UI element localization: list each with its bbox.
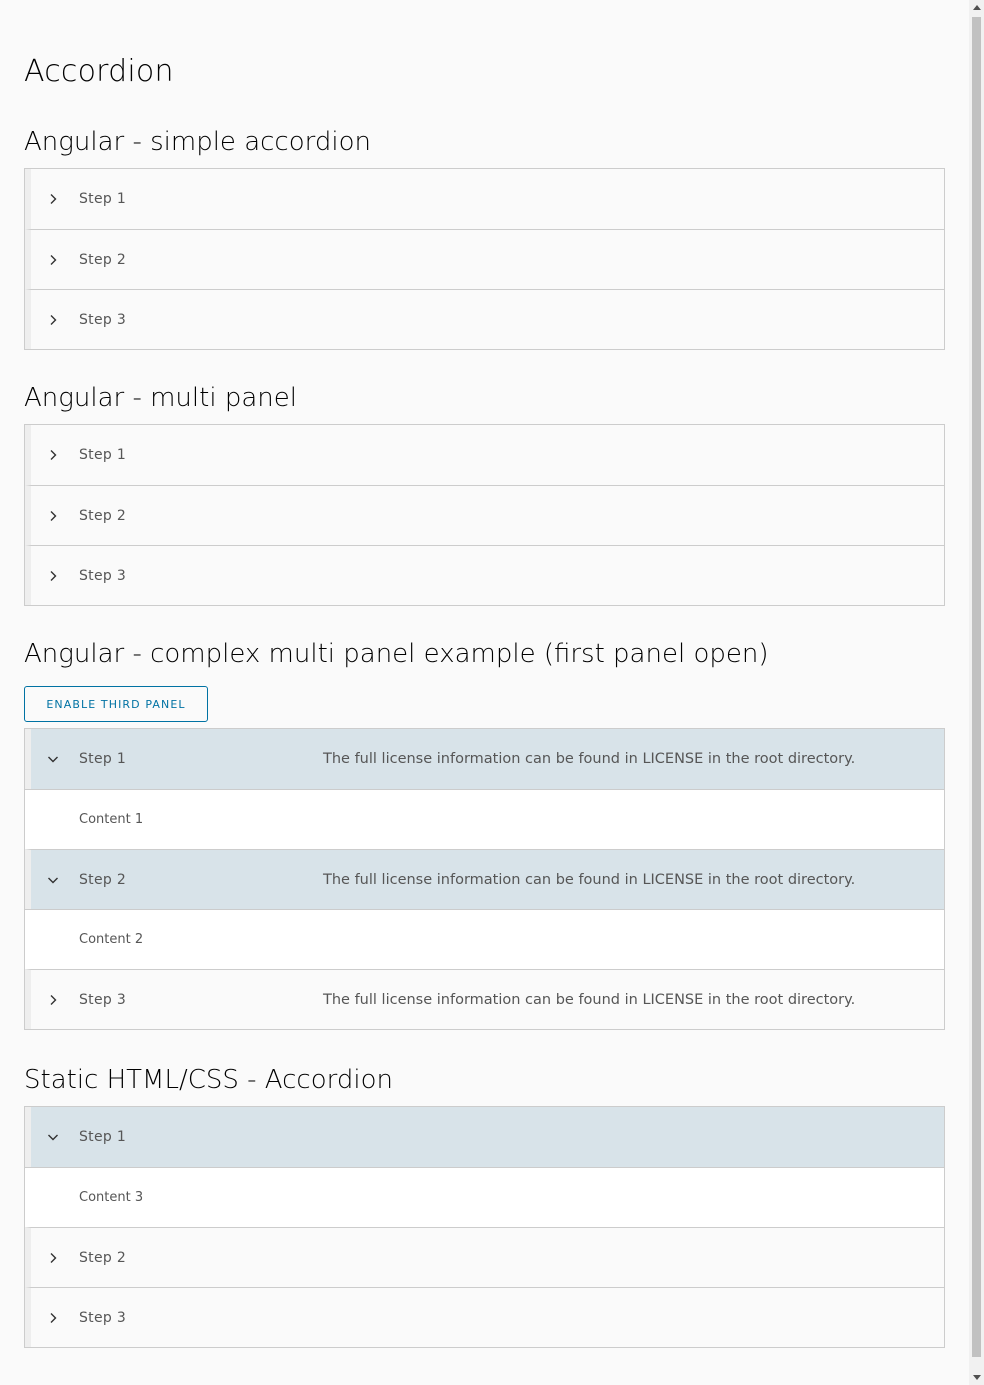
panel-step-label: Step 3 (79, 567, 127, 584)
panel-step-label: Step 1 (79, 1129, 127, 1145)
accordion-complex-multi-panel: Step 1 The full license information can … (24, 728, 945, 1030)
accordion-static: Step 1 Content 3 Step 2 Step 3 (24, 1106, 945, 1348)
accordion-panel-content: Content 1 (25, 789, 944, 849)
panel-step-label: Step 2 (79, 251, 127, 268)
page-title: Accordion (24, 54, 174, 89)
chevron-right-icon (45, 1310, 61, 1326)
accordion-panel-header[interactable]: Step 2 (25, 1227, 944, 1287)
page-scrollbar[interactable] (969, 0, 984, 1385)
section-title-multi-panel: Angular - multi panel (24, 383, 297, 413)
accordion-panel-header[interactable]: Step 3 The full license information can … (25, 969, 944, 1029)
scrollbar-thumb[interactable] (972, 17, 981, 1357)
panel-step-label: Step 3 (79, 991, 127, 1008)
panel-content-text: Content 2 (79, 932, 144, 947)
chevron-right-icon (45, 508, 61, 524)
chevron-right-icon (45, 191, 61, 207)
panel-step-label: Step 2 (79, 871, 127, 888)
panel-description: The full license information can be foun… (323, 751, 856, 767)
panel-description: The full license information can be foun… (323, 991, 856, 1008)
chevron-down-icon (45, 872, 61, 888)
chevron-right-icon (45, 568, 61, 584)
section-title-complex-multi-panel: Angular - complex multi panel example (f… (24, 639, 769, 669)
chevron-down-icon (45, 1129, 61, 1145)
accordion-panel-header[interactable]: Step 3 (25, 289, 944, 349)
scroll-up-arrow-icon[interactable] (969, 0, 984, 15)
accordion-panel-header[interactable]: Step 3 (25, 1287, 944, 1347)
accordion-panel-header[interactable]: Step 3 (25, 545, 944, 605)
panel-content-text: Content 3 (79, 1190, 144, 1205)
accordion-panel-content: Content 2 (25, 909, 944, 969)
accordion-panel-content: Content 3 (25, 1167, 944, 1227)
chevron-right-icon (45, 252, 61, 268)
panel-step-label: Step 3 (79, 311, 127, 328)
section-title-static-accordion: Static HTML/CSS - Accordion (24, 1065, 393, 1095)
section-title-simple-accordion: Angular - simple accordion (24, 127, 371, 157)
chevron-right-icon (45, 1250, 61, 1266)
panel-step-label: Step 1 (79, 191, 127, 207)
accordion-panel-header[interactable]: Step 2 The full license information can … (25, 849, 944, 909)
accordion-panel-header[interactable]: Step 2 (25, 229, 944, 289)
accordion-panel-header[interactable]: Step 1 (25, 1107, 944, 1167)
panel-content-text: Content 1 (79, 812, 144, 827)
scroll-down-arrow-icon[interactable] (969, 1370, 984, 1385)
accordion-panel-header[interactable]: Step 1 (25, 169, 944, 229)
panel-step-label: Step 1 (79, 751, 127, 767)
panel-step-label: Step 2 (79, 1249, 127, 1266)
panel-step-label: Step 3 (79, 1309, 127, 1326)
accordion-simple: Step 1 Step 2 Step 3 (24, 168, 945, 350)
chevron-right-icon (45, 447, 61, 463)
chevron-right-icon (45, 992, 61, 1008)
accordion-panel-header[interactable]: Step 1 The full license information can … (25, 729, 944, 789)
accordion-multi-panel: Step 1 Step 2 Step 3 (24, 424, 945, 606)
panel-step-label: Step 1 (79, 447, 127, 463)
panel-step-label: Step 2 (79, 507, 127, 524)
accordion-panel-header[interactable]: Step 2 (25, 485, 944, 545)
chevron-down-icon (45, 751, 61, 767)
enable-third-panel-button[interactable]: Enable third panel (24, 686, 208, 722)
panel-description: The full license information can be foun… (323, 871, 856, 888)
accordion-panel-header[interactable]: Step 1 (25, 425, 944, 485)
chevron-right-icon (45, 312, 61, 328)
